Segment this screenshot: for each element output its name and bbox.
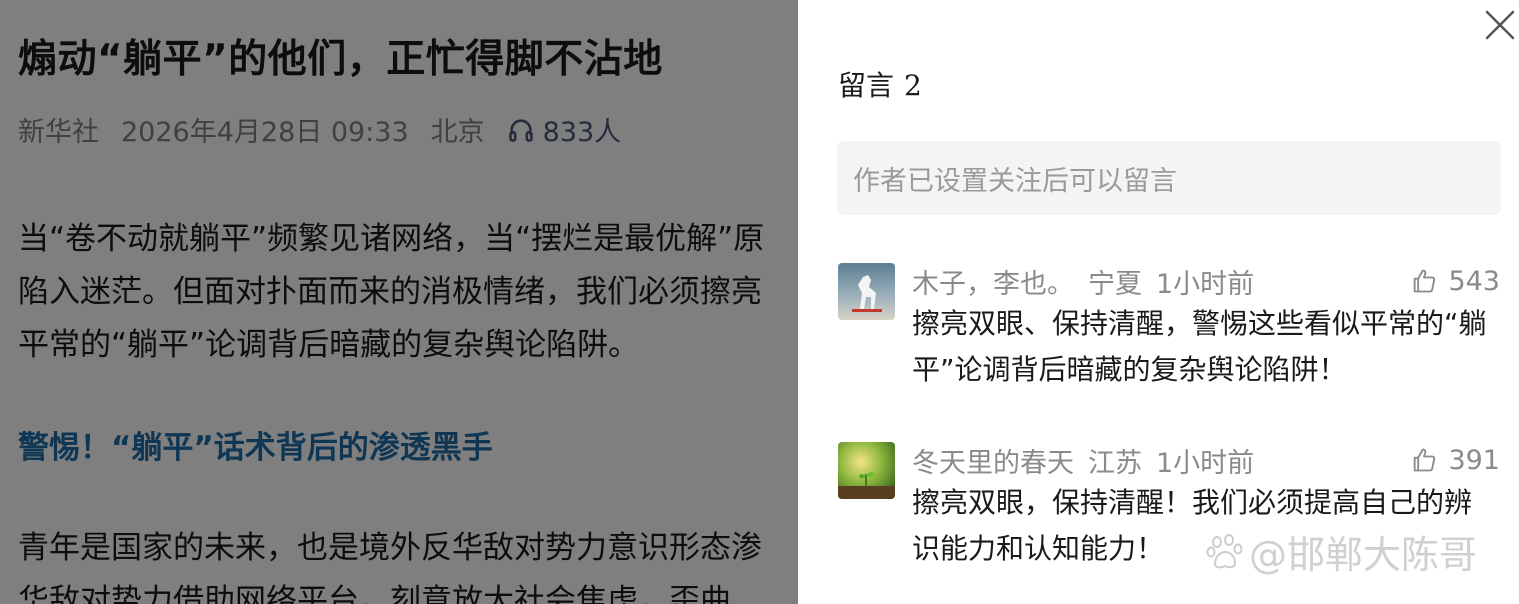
comment-line: 平”论调背后暗藏的复杂舆论陷阱！: [912, 353, 1347, 386]
comment-text: 擦亮双眼、保持清醒，警惕这些看似平常的“躺 平”论调背后暗藏的复杂舆论陷阱！: [912, 301, 1502, 393]
comments-count: 2: [904, 69, 922, 102]
thumbs-up-icon: [1414, 269, 1436, 293]
comment-region: 江苏: [1088, 447, 1142, 479]
like-count: 543: [1448, 265, 1500, 297]
comment-username[interactable]: 冬天里的春天: [912, 441, 1074, 480]
like-button[interactable]: 391: [1410, 442, 1500, 478]
paw-icon: [1206, 533, 1243, 568]
close-icon: [1485, 10, 1515, 40]
watermark-text: @邯郸大陈哥: [1249, 533, 1478, 577]
comments-heading: 留言 2: [838, 64, 922, 104]
comments-panel: 留言 2 作者已设置关注后可以留言 木子，李也。 宁夏 1小时前 543 擦亮双…: [798, 0, 1519, 604]
comment-time: 1小时前: [1156, 268, 1255, 300]
comment-input-placeholder: 作者已设置关注后可以留言: [853, 165, 1177, 197]
comment-input[interactable]: 作者已设置关注后可以留言: [837, 141, 1501, 215]
comment-time: 1小时前: [1156, 447, 1255, 479]
close-button[interactable]: [1481, 6, 1519, 44]
comment-line: 擦亮双眼，保持清醒！我们必须提高自己的辨: [912, 486, 1473, 519]
comment-region: 宁夏: [1088, 268, 1142, 300]
avatar[interactable]: [838, 442, 895, 499]
avatar[interactable]: [838, 263, 895, 320]
comment-line: 擦亮双眼、保持清醒，警惕这些看似平常的“躺: [912, 307, 1487, 340]
thumbs-up-icon: [1414, 448, 1436, 472]
like-count: 391: [1448, 444, 1500, 476]
article-view: 煽动“躺平”的他们，正忙得脚不沾地 新华社 2026年4月28日 09:33 北…: [0, 0, 798, 604]
watermark: @邯郸大陈哥: [1205, 524, 1477, 579]
comment-header: 木子，李也。 宁夏 1小时前: [912, 262, 1268, 301]
comments-title: 留言: [838, 69, 895, 102]
modal-backdrop[interactable]: [0, 0, 798, 604]
like-button[interactable]: 543: [1410, 263, 1500, 299]
comment-header: 冬天里的春天 江苏 1小时前: [912, 441, 1268, 480]
comment-username[interactable]: 木子，李也。: [912, 262, 1074, 301]
